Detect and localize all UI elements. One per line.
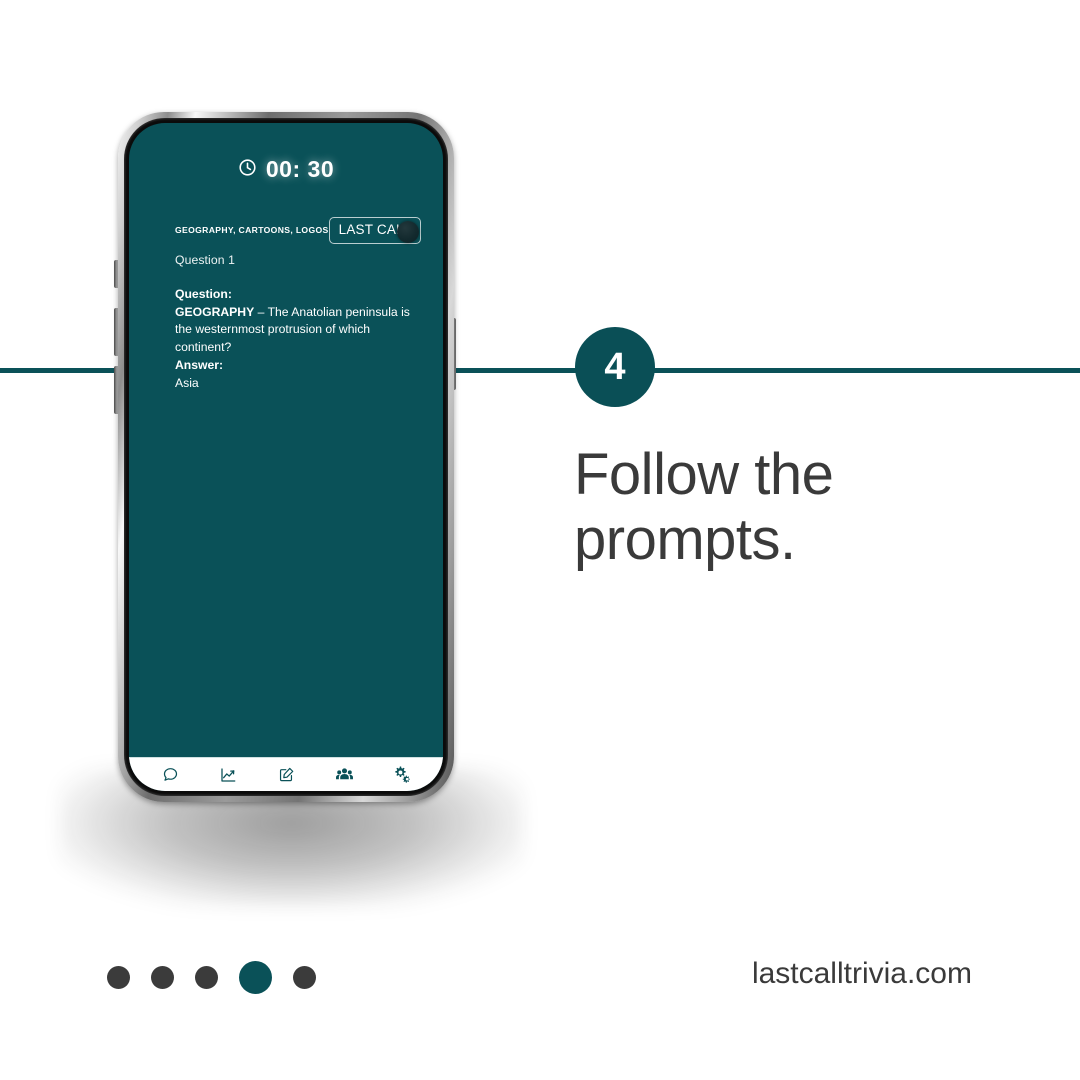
people-icon[interactable]: [326, 762, 362, 788]
chart-icon[interactable]: [210, 762, 246, 788]
answer-label: Answer:: [175, 358, 224, 372]
edit-icon[interactable]: [268, 762, 304, 788]
headline-line-2: prompts.: [574, 506, 796, 572]
pagination-dot-5[interactable]: [293, 965, 316, 989]
countdown-timer: 00: 30: [129, 156, 443, 183]
category-list: GEOGRAPHY, CARTOONS, LOGOS: [175, 225, 329, 236]
site-url[interactable]: lastcalltrivia.com: [752, 957, 972, 991]
question-category: GEOGRAPHY: [175, 304, 255, 319]
pagination-dot-2[interactable]: [151, 965, 174, 989]
step-number-badge: 4: [575, 327, 655, 407]
answer-block: Answer: Asia: [175, 356, 427, 393]
question-label: Question:: [175, 287, 232, 301]
phone-mockup: 00: 30 GEOGRAPHY, CARTOONS, LOGOS LAST C…: [59, 112, 524, 907]
page-title: Follow the prompts.: [574, 442, 1034, 573]
question-number: Question 1: [175, 253, 235, 267]
settings-gears-icon[interactable]: [384, 762, 420, 788]
front-camera-punch-hole: [397, 221, 419, 243]
answer-text: Asia: [175, 376, 199, 391]
chat-icon[interactable]: [152, 762, 188, 788]
pagination-dot-4[interactable]: [239, 960, 272, 994]
headline-line-1: Follow the: [574, 442, 834, 507]
timer-value: 00: 30: [265, 156, 335, 182]
question-separator: –: [254, 304, 268, 319]
pagination-dot-1[interactable]: [107, 965, 130, 989]
pagination-dots[interactable]: [107, 958, 316, 996]
phone-bottom-nav: [129, 757, 443, 791]
step-number-value: 4: [604, 346, 626, 388]
clock-icon: [238, 158, 257, 182]
quiz-meta-row: GEOGRAPHY, CARTOONS, LOGOS LAST CALL: [175, 217, 422, 244]
pagination-dot-3[interactable]: [195, 965, 218, 989]
question-block: Question: GEOGRAPHY – The Anatolian peni…: [175, 286, 427, 357]
phone-screen: 00: 30 GEOGRAPHY, CARTOONS, LOGOS LAST C…: [129, 123, 443, 791]
